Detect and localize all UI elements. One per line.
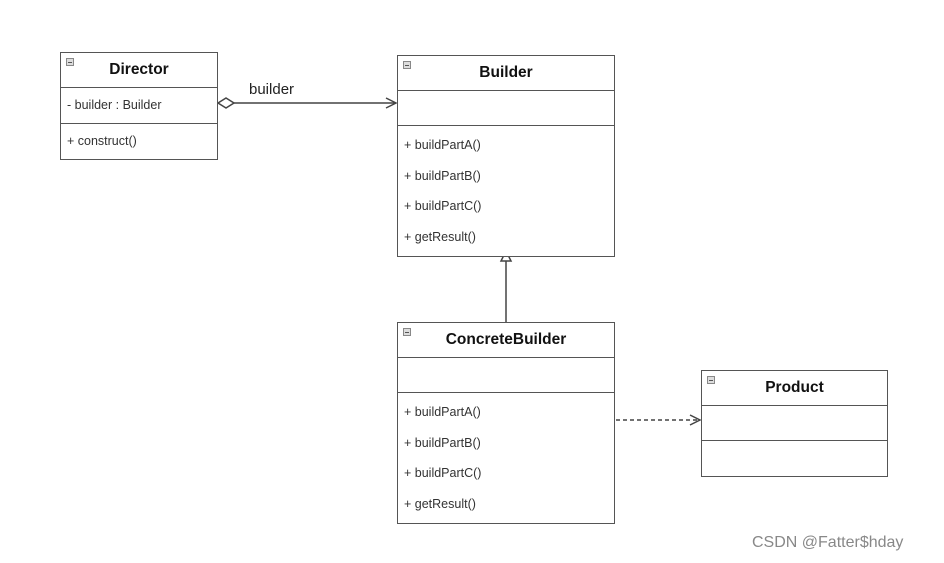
class-name: ConcreteBuilder <box>445 331 567 348</box>
class-builder[interactable]: Builder + buildPartA() + buildPartB() + bui… <box>397 55 615 257</box>
class-header: Builder <box>398 56 614 91</box>
collapse-icon[interactable] <box>66 58 74 66</box>
methods-section: + buildPartA() + buildPartB() + buildPartC… <box>398 393 614 523</box>
attributes-section <box>398 91 614 126</box>
class-product[interactable]: Product <box>701 370 888 477</box>
methods-section <box>702 441 887 476</box>
method: + buildPartA() <box>404 138 481 152</box>
method: + buildPartB() <box>404 435 481 450</box>
method: + getResult() <box>404 496 476 511</box>
class-header: ConcreteBuilder <box>398 323 614 358</box>
collapse-icon[interactable] <box>403 328 411 336</box>
aggregation-diamond <box>216 97 236 109</box>
aggregation-connector <box>216 97 398 109</box>
method: + buildPartB() <box>404 168 481 183</box>
class-name: Director <box>109 61 169 78</box>
method: + buildPartC() <box>404 466 482 480</box>
method: + buildPartC() <box>404 199 482 213</box>
collapse-icon[interactable] <box>707 376 715 384</box>
method: + getResult() <box>404 229 476 244</box>
methods-section: + buildPartA() + buildPartB() + buildPartC… <box>398 126 614 256</box>
class-name: Product <box>765 379 824 396</box>
class-header: Product <box>702 371 887 406</box>
method: + buildPartA() <box>404 405 481 419</box>
class-director[interactable]: Director - builder : Builder + construct() <box>60 52 218 160</box>
class-concrete-builder[interactable]: ConcreteBuilder + buildPartA() + buildPart… <box>397 322 615 524</box>
methods-section: + construct() <box>61 124 217 159</box>
class-name: Builder <box>479 64 533 81</box>
attributes-section <box>702 406 887 441</box>
attribute: - builder : Builder <box>67 98 162 112</box>
collapse-icon[interactable] <box>403 61 411 69</box>
watermark: CSDN @Fatter$hday <box>752 534 904 551</box>
aggregation-label: builder <box>249 81 295 98</box>
method: + construct() <box>67 134 137 148</box>
class-header: Director <box>61 53 217 88</box>
attributes-section <box>398 358 614 393</box>
attributes-section: - builder : Builder <box>61 88 217 124</box>
dependency-connector <box>616 414 702 426</box>
generalization-connector <box>499 249 513 322</box>
